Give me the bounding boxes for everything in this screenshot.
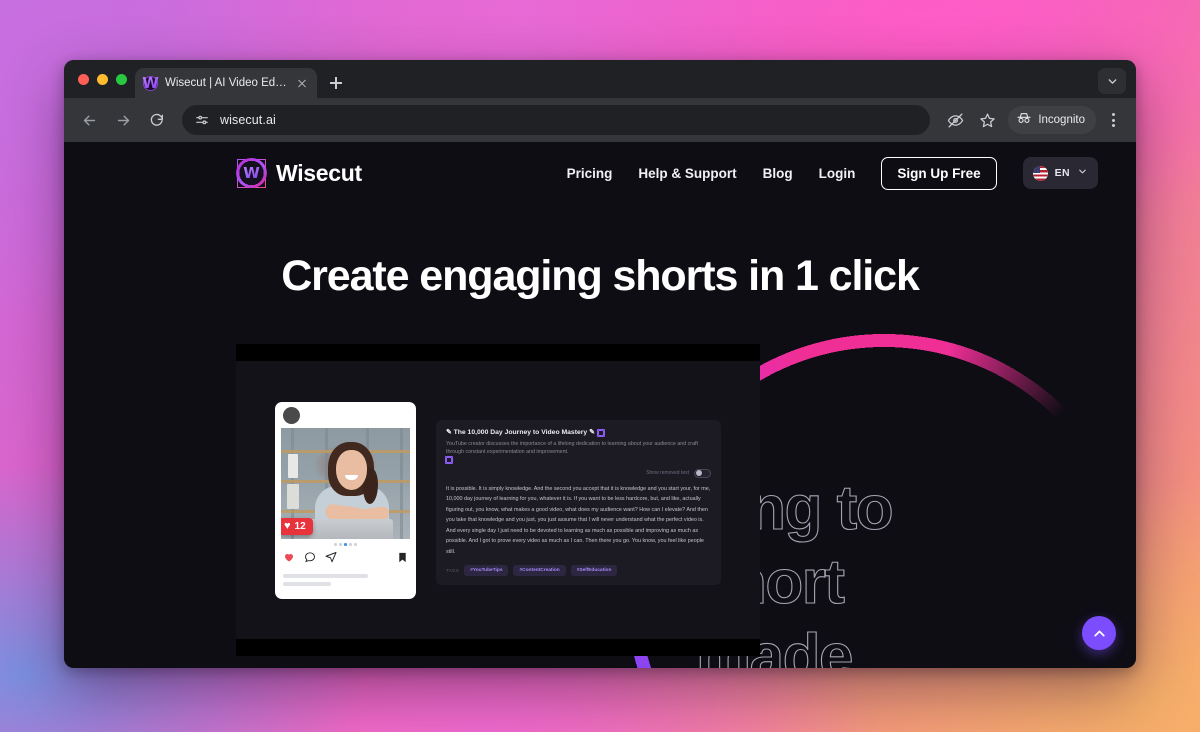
copy-icon[interactable] (597, 429, 606, 438)
letterbox-bottom (236, 639, 760, 656)
sign-up-free-button[interactable]: Sign Up Free (881, 156, 997, 190)
back-arrow-icon[interactable] (74, 105, 104, 135)
transcript-title: ✎ The 10,000 Day Journey to Video Master… (446, 429, 595, 436)
transcript-body: It is possible. It is simply knowledge. … (446, 485, 711, 555)
send-icon[interactable] (325, 550, 337, 568)
incognito-label: Incognito (1038, 114, 1085, 126)
reload-icon[interactable] (142, 105, 172, 135)
browser-window: W Wisecut | AI Video Editor wisecut.ai I… (64, 60, 1136, 668)
heart-icon: ♥ (284, 520, 291, 532)
window-controls (74, 60, 135, 98)
wisecut-favicon: W (142, 73, 159, 92)
post-caption-placeholder (275, 568, 416, 586)
transcript-description-row: YouTube creator discusses the importance… (445, 440, 711, 464)
nav-login[interactable]: Login (819, 166, 856, 181)
page-viewport: W Wisecut Pricing Help & Support Blog Lo… (64, 142, 1136, 668)
tag-chip[interactable]: #SelfEducation (570, 565, 618, 577)
address-bar[interactable]: wisecut.ai (182, 105, 931, 135)
tag-chip[interactable]: #ContentCreation (513, 565, 566, 577)
instagram-post-mock: ♥ 12 (275, 402, 416, 599)
page-title: Create engaging shorts in 1 click (281, 252, 920, 300)
show-removed-text-label: Show removed text (646, 470, 689, 477)
letterbox-top (236, 344, 760, 361)
chevron-up-icon (1093, 630, 1105, 636)
transcript-tags: TAGS #YouTubeTips #ContentCreation #Self… (446, 565, 711, 577)
copy-icon[interactable] (445, 455, 454, 464)
close-icon[interactable] (294, 76, 309, 91)
scroll-to-top-button[interactable] (1082, 616, 1116, 650)
nav-blog[interactable]: Blog (763, 166, 793, 181)
language-code: EN (1054, 167, 1070, 179)
main-navigation: Pricing Help & Support Blog Login Sign U… (567, 156, 1098, 190)
instagram-actions (275, 546, 416, 568)
brand-name: Wisecut (276, 159, 362, 186)
bookmark-icon[interactable] (397, 550, 408, 568)
url-text: wisecut.ai (220, 113, 276, 127)
chevron-down-icon[interactable] (1098, 68, 1126, 94)
wisecut-logo-icon: W (236, 157, 267, 189)
eye-off-icon[interactable] (940, 105, 970, 135)
nav-help-support[interactable]: Help & Support (638, 166, 736, 181)
transcript-title-row: ✎ The 10,000 Day Journey to Video Master… (446, 429, 711, 438)
post-photo: ♥ 12 (281, 428, 410, 539)
kebab-menu-icon[interactable] (1100, 106, 1126, 134)
avatar (283, 406, 300, 424)
brand-logo[interactable]: W Wisecut (236, 157, 362, 189)
favicon-letter: W (142, 73, 159, 92)
minimize-window-button[interactable] (97, 73, 108, 85)
comment-icon[interactable] (304, 550, 316, 568)
close-window-button[interactable] (78, 73, 89, 85)
tune-icon[interactable] (192, 111, 211, 130)
like-count: 12 (294, 521, 306, 532)
star-icon[interactable] (972, 105, 1002, 135)
toolbar-actions: Incognito (940, 105, 1126, 135)
incognito-hat-icon (1016, 110, 1032, 131)
tag-chip[interactable]: #YouTubeTips (464, 565, 509, 577)
forward-arrow-icon[interactable] (108, 105, 138, 135)
instagram-post-header (275, 402, 416, 428)
language-selector[interactable]: EN (1022, 157, 1098, 189)
tab-title: Wisecut | AI Video Editor (165, 77, 287, 89)
browser-tab[interactable]: W Wisecut | AI Video Editor (135, 68, 317, 98)
browser-tab-strip: W Wisecut | AI Video Editor (64, 60, 1136, 98)
like-count-badge: ♥ 12 (281, 518, 313, 535)
show-removed-text-toggle[interactable] (694, 468, 711, 478)
browser-toolbar: wisecut.ai Incognito (64, 98, 1136, 142)
heart-icon[interactable] (283, 550, 295, 568)
chevron-down-icon (1077, 164, 1088, 182)
site-header: W Wisecut Pricing Help & Support Blog Lo… (64, 142, 1136, 204)
nav-pricing[interactable]: Pricing (567, 166, 613, 181)
show-removed-text-row: Show removed text (446, 468, 711, 478)
transcript-description: YouTube creator discusses the importance… (446, 441, 698, 456)
transcript-panel: ✎ The 10,000 Day Journey to Video Master… (436, 420, 721, 585)
maximize-window-button[interactable] (116, 73, 127, 85)
hero-demo-video[interactable]: ♥ 12 ✎ The 10,000 Day Journey to Video M… (236, 344, 760, 656)
incognito-indicator[interactable]: Incognito (1008, 106, 1096, 134)
us-flag-icon (1032, 165, 1048, 181)
new-tab-button[interactable] (323, 70, 349, 96)
tags-label: TAGS (446, 568, 460, 574)
